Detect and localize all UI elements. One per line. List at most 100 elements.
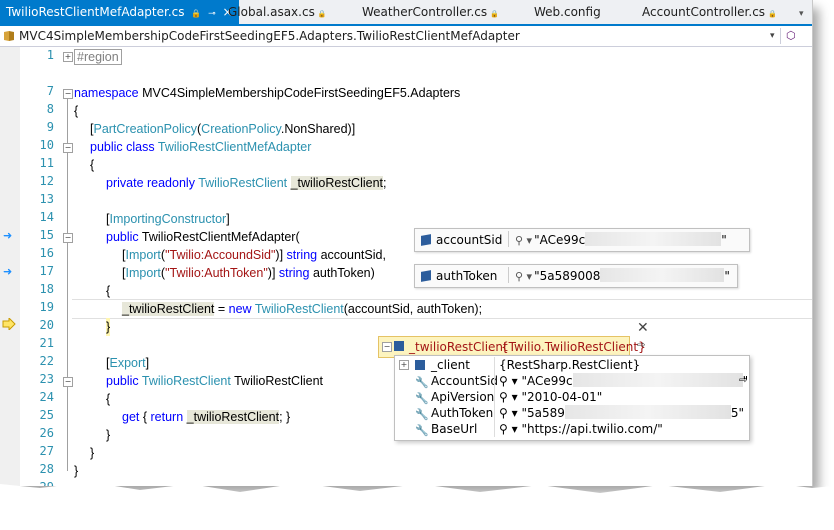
tab-weathercontroller[interactable]: WeatherController.cs 🔒	[362, 0, 499, 24]
code-line-18: [Import("Twilio:AuthToken")] string auth…	[122, 266, 375, 280]
line-number: 13	[39, 192, 54, 206]
attribute: Import	[125, 266, 161, 280]
type: TwilioRestClient	[141, 374, 231, 388]
magnifier-icon[interactable]: ⚲ ▾	[499, 406, 518, 420]
member-row[interactable]: 🔧 ApiVersion ⚲ ▾ "2010-04-01"	[395, 389, 749, 405]
torn-edge	[0, 482, 834, 530]
code-line-23: [Export]	[106, 356, 150, 370]
magnifier-icon[interactable]: ⚲ ▾	[515, 270, 532, 283]
tab-twiliorestclientmefadapter[interactable]: TwilioRestClientMefAdapter.cs 🔒 ⊸ ×	[0, 0, 239, 24]
variable-value: "5a589008	[534, 269, 601, 283]
field-name: _twilioRestClient	[122, 302, 215, 316]
collapse-icon[interactable]: −	[63, 233, 73, 243]
parameter: accountSid,	[320, 248, 386, 262]
line-number: 15	[39, 228, 54, 242]
collapse-icon[interactable]: −	[382, 342, 392, 352]
type: TwilioRestClient	[198, 176, 288, 190]
code-line-13: private readonly TwilioRestClient _twili…	[106, 176, 387, 190]
breakpoint-arrow-icon[interactable]: ➜	[3, 265, 12, 278]
tab-web-config[interactable]: Web.config	[534, 0, 601, 24]
variable-value: {Twilio.TwilioRestClient}	[501, 340, 646, 354]
close-icon[interactable]: ✕	[637, 320, 649, 336]
pin-icon[interactable]: ⇨	[637, 340, 645, 351]
region-label[interactable]: #region	[74, 49, 122, 65]
code-line-15: [ImportingConstructor]	[106, 212, 230, 226]
code-line-9: {	[74, 102, 78, 120]
expand-region-icon[interactable]: +	[63, 52, 73, 62]
collapse-icon[interactable]: −	[63, 89, 73, 99]
keyword: public	[106, 374, 139, 388]
expand-icon[interactable]: +	[399, 360, 409, 370]
string-literal: "Twilio:AccoundSid"	[165, 248, 276, 262]
code-line-10: [PartCreationPolicy(CreationPolicy.NonSh…	[90, 122, 356, 136]
keyword: public class	[90, 140, 155, 154]
pin-icon[interactable]: ⇨	[739, 373, 747, 389]
brace: }	[106, 428, 111, 442]
datatip-authtoken[interactable]: authToken ⚲ ▾ "5a589008 "	[414, 264, 738, 288]
keyword: string	[278, 266, 310, 280]
property-icon: 🔧	[415, 376, 429, 389]
collapse-icon[interactable]: −	[63, 143, 73, 153]
member-row[interactable]: 🔧 AccountSid ⚲ ▾ "ACe99c " ⇨	[395, 373, 749, 389]
magnifier-icon[interactable]: ⚲ ▾	[499, 422, 518, 436]
tab-label: TwilioRestClientMefAdapter.cs	[6, 5, 185, 19]
line-number: 8	[46, 102, 54, 116]
chevron-down-icon[interactable]: ▾	[770, 26, 775, 46]
divider	[508, 231, 509, 247]
code-line-12: {	[90, 156, 94, 174]
class-name: TwilioRestClientMefAdapter	[157, 140, 312, 154]
member-name: AuthToken	[431, 406, 494, 420]
code-text[interactable]: #region namespace MVC4SimpleMembershipCo…	[74, 47, 482, 478]
execution-pointer-icon[interactable]	[2, 318, 16, 330]
breakpoint-arrow-icon[interactable]: ➜	[3, 229, 12, 242]
namespace-icon	[4, 31, 14, 41]
member-row[interactable]: 🔧 AuthToken ⚲ ▾ "5a589 5"	[395, 405, 749, 421]
class-icon[interactable]: ⬡	[786, 26, 796, 46]
string-literal: "Twilio:AuthToken"	[165, 266, 268, 280]
lock-icon: 🔒	[768, 10, 777, 18]
pin-icon[interactable]: ⊸	[208, 9, 216, 19]
keyword: new	[228, 302, 252, 316]
magnifier-icon[interactable]: ⚲ ▾	[499, 374, 518, 388]
variable-name: authToken	[436, 269, 498, 283]
redacted-block	[585, 232, 722, 246]
datatip-accountsid[interactable]: accountSid ⚲ ▾ "ACe99c "	[414, 228, 750, 252]
lock-icon: 🔒	[317, 10, 327, 18]
attribute: Import	[125, 248, 161, 262]
member-row[interactable]: + _client {RestSharp.RestClient}	[395, 357, 749, 373]
collapse-icon[interactable]: −	[63, 377, 73, 387]
keyword: namespace	[74, 86, 139, 100]
line-number: 26	[39, 426, 54, 440]
member: .NonShared)]	[280, 122, 356, 136]
member-name: BaseUrl	[431, 422, 478, 436]
code-line-25: {	[106, 390, 110, 408]
code-line-26: get { return _twilioRestClient; }	[122, 410, 291, 424]
tab-overflow-dropdown[interactable]: ▾	[796, 0, 804, 24]
keyword: get	[122, 410, 140, 424]
tab-accountcontroller[interactable]: AccountController.cs 🔒	[642, 0, 777, 24]
magnifier-icon[interactable]: ⚲ ▾	[499, 390, 518, 404]
divider	[494, 373, 495, 389]
type-dropdown[interactable]: MVC4SimpleMembershipCodeFirstSeedingEF5.…	[3, 26, 520, 46]
member-row[interactable]: 🔧 BaseUrl ⚲ ▾ "https://api.twilio.com/"	[395, 421, 749, 437]
magnifier-icon[interactable]: ⚲ ▾	[515, 234, 532, 247]
brace: {	[106, 284, 111, 298]
tab-global-asax[interactable]: Global.asax.cs 🔒	[228, 0, 327, 24]
code-line-1: #region	[74, 48, 122, 66]
member-value: "2010-04-01"	[521, 390, 603, 404]
field-icon	[421, 270, 431, 282]
property-icon: 🔧	[415, 424, 429, 437]
value-quote: "	[724, 269, 730, 283]
line-number: 23	[39, 372, 54, 386]
brace: {	[90, 158, 95, 172]
line-number: 10	[39, 138, 54, 152]
keyword: string	[286, 248, 318, 262]
code-line-27: }	[106, 426, 110, 444]
brace: }	[106, 320, 111, 334]
member-name: _client	[431, 358, 470, 372]
field-icon	[421, 234, 431, 246]
line-number: 21	[39, 336, 54, 350]
tab-label: WeatherController.cs	[362, 5, 488, 19]
divider	[508, 267, 509, 283]
tab-label: AccountController.cs	[642, 5, 766, 19]
